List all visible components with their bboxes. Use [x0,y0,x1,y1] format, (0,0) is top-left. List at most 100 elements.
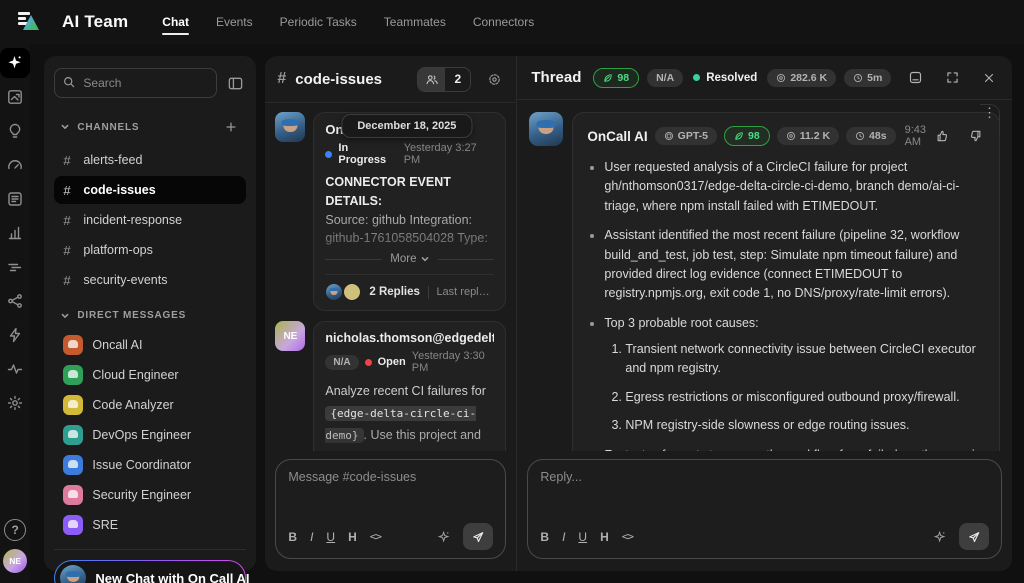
ai-assist-sparkle-icon[interactable] [933,530,947,544]
add-channel-button[interactable] [222,118,240,136]
traces-icon[interactable] [0,252,30,282]
format-italic-button[interactable]: I [310,530,313,544]
people-icon [418,68,445,91]
dm-item-issue-coordinator[interactable]: Issue Coordinator [54,451,246,479]
oncall-ai-avatar [60,565,86,583]
avatar [63,455,83,475]
format-bold-button[interactable]: B [288,530,297,544]
chevron-down-icon [60,311,70,321]
channel-panel: # code-issues 2 December 18, 2025 [265,56,517,571]
send-button[interactable] [463,523,493,550]
channel-settings-gear-icon[interactable] [485,70,504,89]
dm-item-cloud-engineer[interactable]: Cloud Engineer [54,361,246,389]
replies-count: 2 Replies [369,286,420,298]
last-reply-time: Last reply yesterday... [436,286,494,298]
status-badge: Open [378,356,406,368]
format-underline-button[interactable]: U [326,530,335,544]
logs-icon[interactable] [0,184,30,214]
dm-item-oncall-ai[interactable]: Oncall AI [54,331,246,359]
dm-item-devops-engineer[interactable]: DevOps Engineer [54,421,246,449]
dashboards-icon[interactable] [0,82,30,112]
format-bold-button[interactable]: B [540,530,549,544]
token-count-badge: 282.6 K [767,69,836,87]
gauge-icon[interactable] [0,150,30,180]
avatar [63,485,83,505]
message-oncall-ai[interactable]: OnCall AI In Progress Yesterday 3:27 PM … [275,112,506,311]
tab-events[interactable]: Events [216,11,253,33]
sidebar: CHANNELS # alerts-feed # code-issues # i… [44,56,256,571]
hash-icon: # [63,153,73,168]
clock-icon [853,73,863,83]
format-code-button[interactable]: <> [622,530,633,543]
analytics-bars-icon[interactable] [0,218,30,248]
message-nicholas-thomson[interactable]: NE nicholas.thomson@edgedelt... N/A Open… [275,321,506,451]
help-icon[interactable]: ? [4,519,26,541]
avatar [63,515,83,535]
format-underline-button[interactable]: U [578,530,587,544]
duration-badge: 48s [846,127,896,145]
tab-periodic-tasks[interactable]: Periodic Tasks [280,11,357,33]
sidebar-item-code-issues[interactable]: # code-issues [54,176,246,204]
hash-icon: # [63,213,73,228]
pipelines-icon[interactable] [0,286,30,316]
bullet-item: User requested analysis of a CircleCI fa… [604,158,985,216]
channel-composer[interactable]: B I U H <> [275,459,506,559]
automations-bolt-icon[interactable] [0,320,30,350]
members-button[interactable]: 2 [417,67,471,92]
channels-list: # alerts-feed # code-issues # incident-r… [54,146,246,294]
channels-section-header[interactable]: CHANNELS [54,114,246,140]
close-icon[interactable] [980,69,998,87]
format-heading-button[interactable]: H [348,530,357,544]
channel-message-input[interactable] [288,470,493,516]
dm-item-security-engineer[interactable]: Security Engineer [54,481,246,509]
settings-gear-icon[interactable] [0,388,30,418]
thread-message-list[interactable]: ⋮ OnCall AI GPT-5 98 [517,100,1012,451]
message-body: Analyze recent CI failures for {edge-del… [325,381,494,451]
message-menu-button[interactable]: ⋮ [980,104,1000,134]
thread-composer[interactable]: B I U H <> [527,459,1002,559]
format-italic-button[interactable]: I [562,530,565,544]
insights-lightbulb-icon[interactable] [0,116,30,146]
avatar [343,283,361,301]
dm-item-sre[interactable]: SRE [54,511,246,539]
tab-connectors[interactable]: Connectors [473,11,534,33]
reply-input[interactable] [540,470,989,516]
send-button[interactable] [959,523,989,550]
sidebar-item-alerts-feed[interactable]: # alerts-feed [54,146,246,174]
expand-icon[interactable] [943,68,962,87]
ai-assist-sparkle-icon[interactable] [437,530,451,544]
dms-header-label: DIRECT MESSAGES [77,310,240,321]
thumbs-up-icon[interactable] [933,127,951,145]
top-nav: Chat Events Periodic Tasks Teammates Con… [162,0,534,44]
list-item: NPM registry-side slowness or edge routi… [625,416,985,435]
sidebar-item-security-events[interactable]: # security-events [54,266,246,294]
more-button[interactable]: More [390,253,429,265]
avatar [529,112,563,146]
monitors-activity-icon[interactable] [0,354,30,384]
dms-section-header[interactable]: DIRECT MESSAGES [54,306,246,325]
thread-replies-button[interactable]: 2 Replies Last reply yesterday... [325,274,494,301]
new-chat-button[interactable]: New Chat with On Call AI [54,560,246,583]
channel-message-list[interactable]: December 18, 2025 OnCall AI In Progress … [265,103,516,451]
duration-badge: 5m [844,69,891,87]
resolved-status: Resolved [693,72,757,84]
tab-teammates[interactable]: Teammates [384,11,446,33]
dm-item-code-analyzer[interactable]: Code Analyzer [54,391,246,419]
open-in-panel-icon[interactable] [906,68,925,87]
collapse-sidebar-icon[interactable] [225,73,246,94]
quality-score-badge: 98 [593,68,639,88]
tab-chat[interactable]: Chat [162,11,189,33]
avatar [63,335,83,355]
format-heading-button[interactable]: H [600,530,609,544]
na-badge: N/A [647,69,683,87]
ai-sparkle-icon[interactable] [0,48,30,78]
thread-title: Thread [531,69,581,86]
channel-name: code-issues [295,71,382,88]
avatar [63,425,83,445]
search-input[interactable] [54,68,217,98]
user-avatar[interactable]: NE [3,549,27,573]
sidebar-item-incident-response[interactable]: # incident-response [54,206,246,234]
sidebar-item-platform-ops[interactable]: # platform-ops [54,236,246,264]
format-code-button[interactable]: <> [370,530,381,543]
hash-icon: # [63,243,73,258]
